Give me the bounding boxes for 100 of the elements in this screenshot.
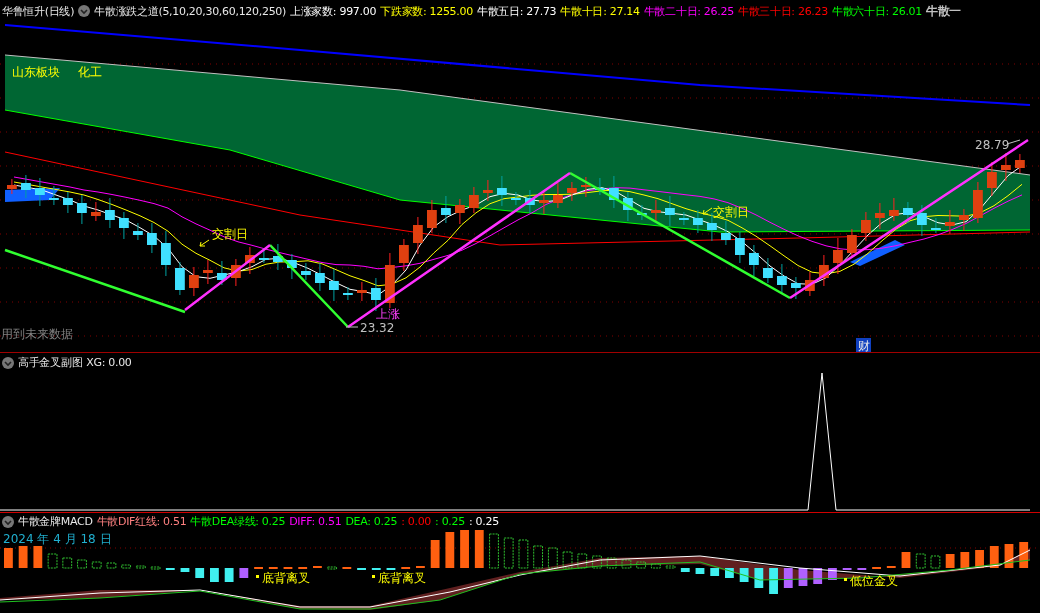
indicator-value: 牛散十日: 27.14 bbox=[560, 3, 640, 19]
macd-bar bbox=[180, 568, 190, 572]
candlestick bbox=[791, 276, 801, 300]
indicator-value: 牛散二十日: 26.25 bbox=[643, 3, 734, 19]
finance-marker[interactable]: 财 bbox=[858, 339, 870, 352]
candlestick bbox=[665, 195, 675, 227]
macd-bar bbox=[915, 553, 926, 569]
candlestick bbox=[245, 246, 255, 275]
signal-label: 低位金叉 bbox=[850, 574, 898, 588]
indicator-value: 牛散三十日: 26.23 bbox=[737, 3, 828, 19]
pointer-arrow-icon bbox=[702, 207, 713, 215]
macd-value: : 0.25 bbox=[468, 515, 499, 528]
candlestick bbox=[441, 195, 451, 224]
macd-bar bbox=[680, 568, 690, 572]
candlestick bbox=[1015, 153, 1025, 174]
candlestick bbox=[469, 186, 479, 214]
sector-label: 山东板块 bbox=[12, 65, 60, 79]
candlestick bbox=[105, 197, 115, 229]
macd-bar bbox=[739, 568, 749, 582]
macd-bar bbox=[4, 548, 13, 568]
indicator-value: 牛散一 bbox=[926, 2, 962, 20]
candlestick bbox=[385, 252, 395, 309]
macd-bar bbox=[430, 540, 440, 568]
candlestick bbox=[819, 254, 829, 287]
macd-bar bbox=[725, 568, 734, 578]
macd-bar bbox=[533, 545, 544, 569]
candlestick bbox=[847, 228, 857, 259]
macd-bar bbox=[18, 546, 28, 568]
macd-title: 牛散金牌MACD bbox=[18, 514, 93, 529]
candlestick bbox=[973, 181, 983, 224]
candlestick bbox=[133, 222, 143, 241]
macd-bar bbox=[592, 555, 602, 569]
macd-bar bbox=[577, 553, 588, 569]
candlestick bbox=[721, 220, 731, 246]
candlestick bbox=[21, 174, 31, 199]
candlestick bbox=[91, 201, 101, 222]
macd-bar bbox=[636, 561, 647, 569]
macd-value: 牛散DEA绿线: 0.25 bbox=[190, 514, 286, 529]
dropdown-icon[interactable] bbox=[2, 356, 14, 369]
candlestick bbox=[413, 216, 423, 255]
macd-bar bbox=[650, 563, 661, 569]
candlestick bbox=[63, 191, 73, 214]
macd-bar bbox=[489, 533, 499, 569]
finance-marker-background bbox=[856, 338, 871, 352]
candlestick bbox=[581, 176, 591, 198]
candlestick bbox=[749, 244, 759, 277]
macd-value: 牛散DIF红线: 0.51 bbox=[96, 514, 187, 529]
candlestick bbox=[833, 237, 843, 275]
macd-bar bbox=[813, 568, 823, 584]
macd-bar bbox=[47, 553, 58, 569]
indicator-value: 牛散五日: 27.73 bbox=[476, 3, 557, 19]
indicator-value: 下跌家数: 1255.00 bbox=[380, 3, 473, 19]
macd-bar bbox=[606, 557, 617, 569]
macd-bar bbox=[210, 568, 219, 582]
candlestick bbox=[945, 209, 955, 235]
macd-bar bbox=[665, 565, 676, 569]
candlestick bbox=[539, 189, 549, 215]
macd-bar bbox=[91, 561, 102, 569]
candlestick bbox=[273, 243, 283, 271]
macd-value: : 0.25 bbox=[435, 515, 465, 528]
macd-bar bbox=[1004, 544, 1014, 568]
candlestick bbox=[931, 217, 941, 234]
candlestick bbox=[567, 181, 577, 202]
macd-bar bbox=[445, 532, 455, 568]
signal-marker-icon bbox=[256, 575, 259, 578]
candlestick bbox=[231, 258, 241, 287]
dropdown-icon[interactable] bbox=[2, 515, 14, 528]
indicator-value: 牛散六十日: 26.01 bbox=[831, 3, 922, 19]
macd-value: DIFF: 0.51 bbox=[289, 515, 342, 528]
macd-bar bbox=[224, 568, 234, 582]
macd-bar bbox=[1019, 542, 1029, 568]
macd-bar bbox=[710, 568, 720, 576]
candlestick bbox=[609, 175, 619, 209]
candlestick bbox=[637, 204, 647, 221]
macd-bar bbox=[547, 547, 558, 569]
date-label: 2024 年 4 月 18 日 bbox=[3, 532, 112, 546]
candlestick bbox=[301, 262, 311, 281]
dropdown-icon[interactable] bbox=[78, 5, 91, 17]
candlestick bbox=[595, 177, 605, 196]
candlestick bbox=[735, 231, 745, 264]
macd-bar bbox=[77, 559, 87, 569]
candlestick bbox=[777, 263, 787, 294]
industry-label: 化工 bbox=[78, 65, 102, 79]
macd-value: : 0.00 bbox=[401, 515, 432, 528]
candlestick bbox=[861, 211, 871, 242]
chart-title: 华鲁恒升(日线) bbox=[2, 3, 75, 19]
macd-bar bbox=[975, 550, 984, 568]
macd-bar bbox=[121, 564, 132, 569]
candlestick bbox=[203, 259, 213, 285]
candlestick bbox=[343, 286, 353, 301]
signal-marker-icon bbox=[372, 575, 375, 578]
candlestick bbox=[553, 182, 563, 209]
macd-bar bbox=[989, 546, 999, 568]
high-price-label: 28.79 bbox=[975, 138, 1010, 152]
candlestick bbox=[483, 179, 493, 202]
candlestick bbox=[763, 257, 773, 284]
candlestick bbox=[427, 199, 437, 234]
macd-bar bbox=[239, 568, 249, 578]
candlestick bbox=[147, 222, 157, 254]
candlestick bbox=[525, 189, 535, 214]
